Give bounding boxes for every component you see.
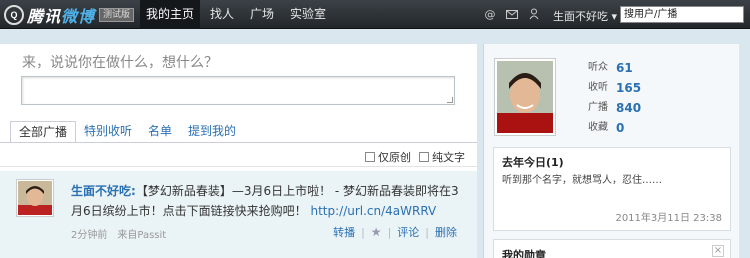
star-icon[interactable]: ★ [365,225,388,239]
feed-time[interactable]: 2分钟前 [71,226,107,241]
chevron-down-icon: ▾ [611,10,618,23]
profile-avatar[interactable] [494,58,556,136]
history-title: 去年今日(1) [502,156,564,169]
delete-button[interactable]: 删除 [429,224,463,240]
filter-text-only[interactable]: 纯文字 [419,149,465,165]
medals-box: 我的勋章 × [493,239,731,258]
feed-author[interactable]: 生面不好吃: [71,184,136,198]
feed-tabs: 全部广播 特别收听 名单 提到我的 [10,121,244,143]
checkbox[interactable] [419,152,429,162]
nav-item-find-people[interactable]: 找人 [204,0,240,29]
tab-lists[interactable]: 名单 [140,121,180,143]
resize-grip-icon[interactable] [447,97,453,103]
profile-stats: 听众 61 收听 165 广播 840 收藏 0 [588,58,641,138]
logo-text: 腾讯微博 [27,6,96,26]
stat-following[interactable]: 收听 165 [588,78,641,98]
main-nav: 我的主页 找人 广场 实验室 [140,0,336,29]
checkbox[interactable] [365,152,375,162]
history-text: 听到那个名字，就想骂人，忍住…… [502,175,662,186]
user-menu[interactable]: 生面不好吃 ▾ [553,8,617,24]
close-icon[interactable]: × [712,245,724,257]
topbar-icons: @ [483,7,541,21]
filter-original-only[interactable]: 仅原创 [365,149,411,165]
history-box: 去年今日(1) 听到那个名字，就想骂人，忍住…… 2011年3月11日 23:3… [493,147,731,231]
stat-broadcasts[interactable]: 广播 840 [588,98,641,118]
logo[interactable]: Q 腾讯微博 测试版 [4,4,135,26]
mail-icon[interactable] [505,7,519,21]
feed-meta: 2分钟前 来自Passit [71,226,166,241]
nav-item-home[interactable]: 我的主页 [140,0,201,29]
nav-item-square[interactable]: 广场 [244,0,280,29]
history-date[interactable]: 2011年3月11日 23:38 [615,209,722,224]
tab-mentions[interactable]: 提到我的 [180,121,244,143]
compose-prompt: 来，说说你在做什么，想什么？ [22,55,218,71]
beta-badge: 测试版 [99,7,135,22]
person-icon[interactable] [527,7,541,21]
tab-all[interactable]: 全部广播 [10,121,77,143]
top-navbar: Q 腾讯微博 测试版 我的主页 找人 广场 实验室 @ 生面不好吃 ▾ 搜用户/… [0,0,750,29]
feed-divider [0,166,477,167]
feed-content: 生面不好吃:【梦幻新品春装】—3月6日上市啦！ - 梦幻新品春装即将在3月6日缤… [71,181,466,221]
feed-actions: 转播 | ★ | 评论 | 删除 [327,224,463,240]
at-icon[interactable]: @ [483,7,497,21]
compose-textarea[interactable] [21,76,455,105]
forward-button[interactable]: 转播 [327,224,361,240]
main-column: 来，说说你在做什么，想什么？ 全部广播 特别收听 名单 提到我的 仅原创 纯文字… [0,44,477,258]
feed-filters: 仅原创 纯文字 [365,149,465,165]
stat-listeners[interactable]: 听众 61 [588,58,641,78]
tab-special-follow[interactable]: 特别收听 [76,121,140,143]
tab-divider [0,142,477,143]
medals-title: 我的勋章 [502,249,546,258]
stat-favorites[interactable]: 收藏 0 [588,118,641,138]
qq-logo-icon: Q [4,4,24,25]
nav-item-lab[interactable]: 实验室 [284,0,332,29]
feed-source: 来自Passit [117,230,167,241]
avatar[interactable] [16,179,54,217]
feed-item: 生面不好吃:【梦幻新品春装】—3月6日上市啦！ - 梦幻新品春装即将在3月6日缤… [0,171,477,258]
right-sidebar: 听众 61 收听 165 广播 840 收藏 0 去年今日(1) 听到那个名字，就想骂人… [483,44,739,258]
search-input[interactable]: 搜用户/广播 [620,6,744,23]
feed-link[interactable]: http://url.cn/4aWRRV [310,204,436,218]
comment-button[interactable]: 评论 [391,224,425,240]
